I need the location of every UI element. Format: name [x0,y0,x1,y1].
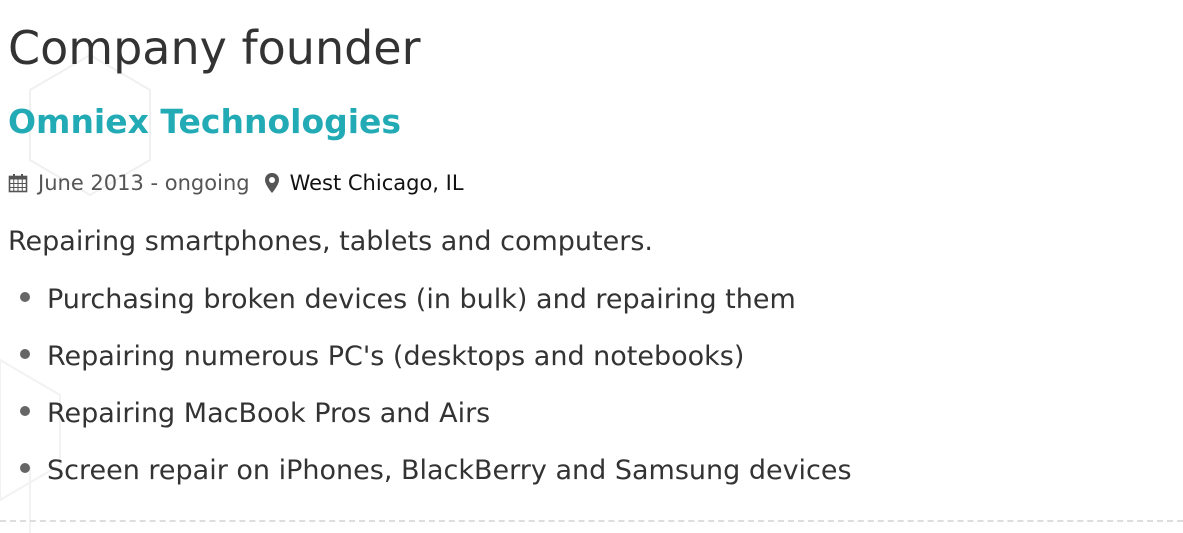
calendar-icon [8,173,28,193]
section-divider [0,520,1183,522]
bullet-icon [20,349,30,359]
list-item: Screen repair on iPhones, BlackBerry and… [8,449,852,506]
job-meta: June 2013 - ongoing West Chicago, IL [8,166,464,200]
job-title: Company founder [8,21,421,75]
map-pin-icon [264,172,280,194]
bullet-icon [20,406,30,416]
list-item-text: Screen repair on iPhones, BlackBerry and… [47,455,852,486]
list-item: Repairing MacBook Pros and Airs [8,392,852,449]
date-range: June 2013 - ongoing [38,171,250,195]
responsibility-list: Purchasing broken devices (in bulk) and … [8,278,852,506]
list-item-text: Repairing numerous PC's (desktops and no… [47,341,745,372]
company-name: Omniex Technologies [8,102,402,141]
list-item: Purchasing broken devices (in bulk) and … [8,278,852,335]
list-item-text: Repairing MacBook Pros and Airs [47,398,491,429]
list-item-text: Purchasing broken devices (in bulk) and … [47,284,796,315]
bullet-icon [20,463,30,473]
list-item: Repairing numerous PC's (desktops and no… [8,335,852,392]
bullet-icon [20,292,30,302]
job-summary: Repairing smartphones, tablets and compu… [8,226,653,257]
location: West Chicago, IL [289,171,464,195]
